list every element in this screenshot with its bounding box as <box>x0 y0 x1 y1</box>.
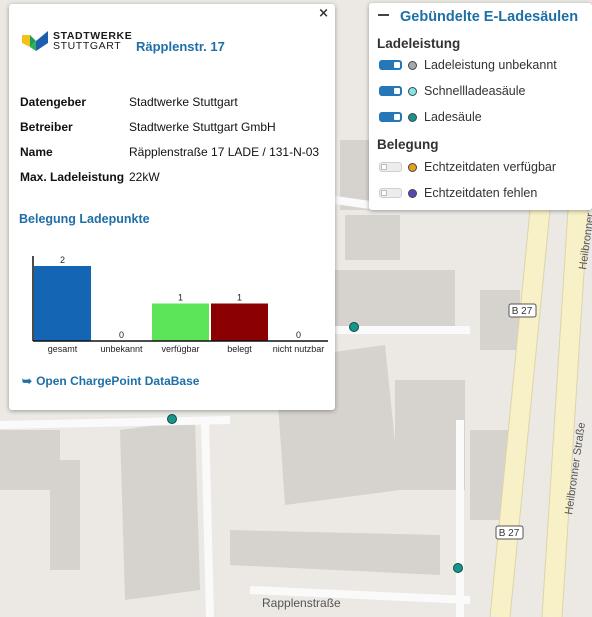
legend-item-echtzeitdaten-fehlen[interactable]: Echtzeitdaten fehlen <box>379 185 537 201</box>
info-value: Räpplenstraße 17 LADE / 131-N-03 <box>129 145 320 159</box>
info-row: Betreiber Stadtwerke Stuttgart GmbH <box>20 120 319 145</box>
occupancy-chart: 2 gesamt 0 unbekannt 1 verfügbar 1 belegt 0 nicht… <box>32 255 328 354</box>
chart-tick-label: unbekannt <box>100 344 143 354</box>
legend-panel: Gebündelte E-Ladesäulen Ladeleistung Lad… <box>369 3 592 210</box>
chart-tick-label: nicht nutzbar <box>273 344 325 354</box>
chart-bar <box>211 303 268 341</box>
chart-data-label: 0 <box>119 330 124 340</box>
charging-station-marker[interactable] <box>453 563 463 573</box>
legend-item-label: Schnellladeasäule <box>424 84 526 98</box>
chart-data-label: 1 <box>237 293 242 303</box>
status-dot-icon <box>408 86 417 96</box>
minus-icon[interactable] <box>378 14 389 17</box>
info-key: Max. Ladeleistung <box>20 170 125 184</box>
info-row: Datengeber Stadtwerke Stuttgart <box>20 95 319 120</box>
chart-bar <box>152 303 209 341</box>
legend-item-label: Echtzeitdaten fehlen <box>424 186 538 200</box>
info-value: Stadtwerke Stuttgart <box>129 95 238 109</box>
stadtwerke-logo-icon <box>22 31 48 51</box>
station-info-table: Datengeber Stadtwerke Stuttgart Betreibe… <box>20 95 319 195</box>
legend-item-echtzeitdaten-verfuegbar[interactable]: Echtzeitdaten verfügbar <box>379 159 556 175</box>
toggle-switch[interactable] <box>379 60 402 70</box>
svg-text:B 27: B 27 <box>512 306 533 317</box>
legend-item-ladesaeule[interactable]: Ladesäule <box>379 109 482 125</box>
info-row: Max. Ladeleistung 22kW <box>20 170 319 195</box>
status-dot-icon <box>408 60 417 70</box>
charging-station-marker[interactable] <box>349 322 359 332</box>
legend-item-schnellladesaeule[interactable]: Schnellladeasäule <box>379 83 525 99</box>
toggle-switch[interactable] <box>379 86 402 96</box>
svg-text:B 27: B 27 <box>499 528 520 539</box>
occupancy-section-title: Belegung Ladepunkte <box>19 212 150 226</box>
close-icon[interactable]: × <box>318 7 329 21</box>
popup-title: Räpplenstr. 17 <box>136 39 225 54</box>
info-value: Stadtwerke Stuttgart GmbH <box>129 120 276 134</box>
road-shield-b27-lower: B 27 <box>495 525 524 540</box>
legend-item-label: Echtzeitdaten verfügbar <box>424 160 557 174</box>
open-chargepoint-database-link[interactable]: ➥ Open ChargePoint DataBase <box>22 374 199 388</box>
link-label: Open ChargePoint DataBase <box>36 374 200 388</box>
status-dot-icon <box>408 112 417 122</box>
road-shield-b27-upper: B 27 <box>508 303 537 318</box>
info-row: Name Räpplenstraße 17 LADE / 131-N-03 <box>20 145 319 170</box>
chart-data-label: 2 <box>60 255 65 265</box>
chart-bar <box>34 266 91 341</box>
brand-line-2: STUTTGART <box>53 40 122 52</box>
chart-tick-label: gesamt <box>48 344 78 354</box>
chart-tick-label: verfügbar <box>161 344 199 354</box>
legend-item-label: Ladeleistung unbekannt <box>424 58 557 72</box>
station-popup: × STADTWERKE STUTTGART Räpplenstr. 17 Da… <box>9 4 335 410</box>
road-label-rapplenstrasse: Rapplenstraße <box>262 596 341 610</box>
legend-section-belegung: Belegung <box>377 137 439 152</box>
info-value: 22kW <box>129 170 160 184</box>
status-dot-icon <box>408 162 417 172</box>
legend-header: Gebündelte E-Ladesäulen <box>378 9 578 25</box>
toggle-switch[interactable] <box>379 112 402 122</box>
info-key: Name <box>20 145 53 159</box>
stadtwerke-logo: STADTWERKE STUTTGART <box>22 31 132 57</box>
chart-data-label: 1 <box>178 293 183 303</box>
toggle-switch[interactable] <box>379 162 402 172</box>
info-key: Betreiber <box>20 120 73 134</box>
legend-item-label: Ladesäule <box>424 110 482 124</box>
chart-data-label: 0 <box>296 330 301 340</box>
legend-title: Gebündelte E-Ladesäulen <box>400 9 579 25</box>
charging-station-marker-selected[interactable] <box>167 414 177 424</box>
arrow-right-icon: ➥ <box>22 374 33 388</box>
status-dot-icon <box>408 188 417 198</box>
toggle-switch[interactable] <box>379 188 402 198</box>
info-key: Datengeber <box>20 95 87 109</box>
legend-section-ladeleistung: Ladeleistung <box>377 36 461 51</box>
legend-item-ladeleistung-unbekannt[interactable]: Ladeleistung unbekannt <box>379 57 557 73</box>
chart-tick-label: belegt <box>227 344 252 354</box>
